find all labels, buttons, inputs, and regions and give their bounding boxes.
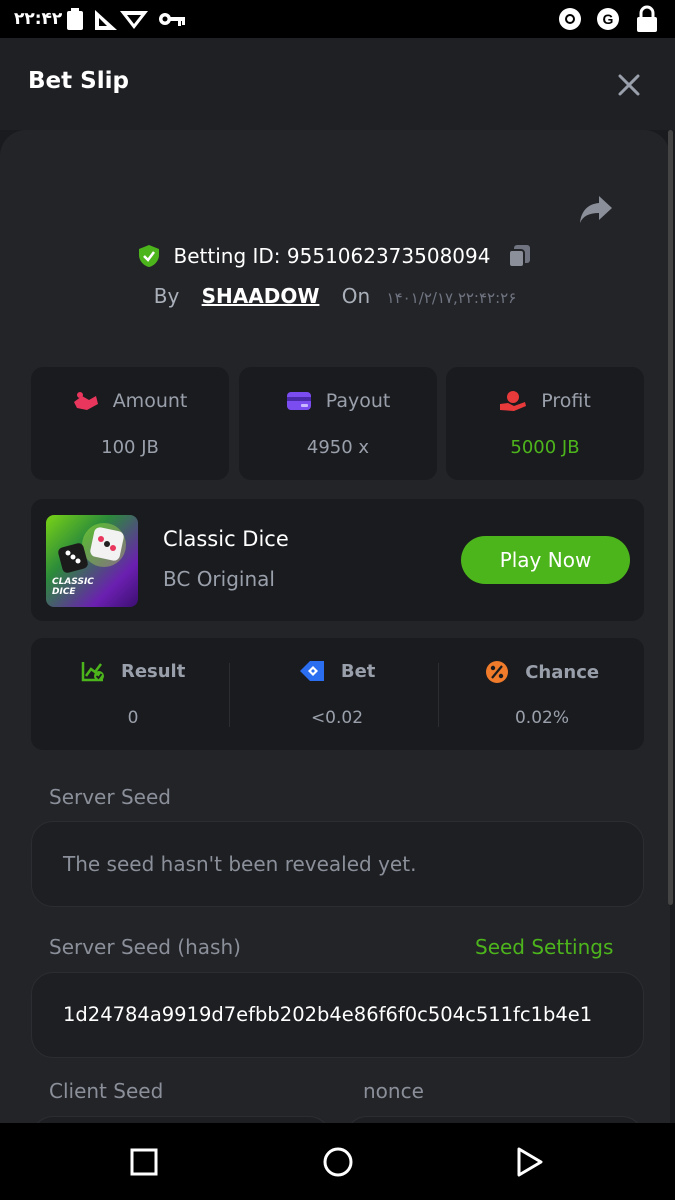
- system-nav-bar: [0, 1123, 675, 1200]
- profit-label: Profit: [541, 389, 591, 412]
- share-icon[interactable]: [579, 194, 613, 224]
- lock-icon: [637, 5, 657, 32]
- vpn-key-icon: [159, 13, 185, 26]
- thumbnail-label: CLASSIC DICE: [52, 577, 94, 597]
- cell-signal-icon: [95, 10, 117, 30]
- chance-label: Chance: [525, 661, 600, 683]
- close-icon[interactable]: [616, 72, 642, 98]
- amount-icon: [73, 391, 98, 410]
- bet-icon: [299, 661, 324, 681]
- profit-icon: [500, 390, 527, 411]
- bet-label: Bet: [340, 660, 376, 682]
- payout-value: 4950 x: [306, 437, 370, 458]
- by-label: By: [153, 284, 180, 308]
- chance-value: 0.02%: [514, 708, 569, 728]
- profit-card: Profit 5000 JB: [446, 367, 644, 480]
- betting-id-text: Betting ID: 9551062373508094: [173, 243, 491, 268]
- nonce-label: nonce: [363, 1079, 424, 1103]
- verified-shield-icon: [139, 244, 160, 267]
- nonce-field[interactable]: [345, 1116, 644, 1123]
- server-seed-label: Server Seed: [49, 785, 171, 809]
- amount-label: Amount: [112, 389, 188, 412]
- chance-column: Chance 0.02%: [440, 638, 644, 750]
- profit-value: 5000 JB: [510, 437, 580, 458]
- result-value: 0: [127, 708, 139, 728]
- status-time: ۲۲:۴۲: [14, 9, 63, 29]
- divider: [438, 663, 439, 727]
- chance-icon: [485, 661, 508, 683]
- status-bar: ۲۲:۴۲ G: [0, 0, 675, 38]
- game-provider: BC Original: [163, 567, 275, 591]
- bet-details-row: Result 0 Bet <0.02 Chance 0.02%: [31, 638, 644, 750]
- divider: [229, 663, 230, 727]
- bet-value: <0.02: [310, 708, 364, 728]
- bet-owner-line: By SHAADOW On ۱۴۰۱/۲/۱۷,۲۲:۴۲:۲۶: [0, 284, 670, 308]
- betting-id: Betting ID: 9551062373508094: [0, 242, 670, 269]
- play-now-button[interactable]: Play Now: [461, 536, 630, 584]
- username-link[interactable]: SHAADOW: [202, 284, 320, 308]
- server-seed-hash-label: Server Seed (hash): [49, 935, 241, 959]
- chrome-icon: [559, 8, 581, 30]
- svg-text:G: G: [603, 11, 614, 27]
- google-icon: G: [597, 8, 619, 30]
- client-seed-label: Client Seed: [49, 1079, 164, 1103]
- payout-label: Payout: [325, 389, 391, 412]
- header: Bet Slip: [0, 38, 675, 130]
- scrollbar[interactable]: [668, 130, 673, 905]
- payout-icon: [286, 391, 311, 410]
- amount-value: 100 JB: [101, 437, 159, 458]
- recents-icon[interactable]: [130, 1148, 158, 1176]
- wifi-icon: [120, 11, 148, 29]
- seed-settings-link[interactable]: Seed Settings: [475, 935, 613, 959]
- page-title: Bet Slip: [28, 68, 129, 94]
- game-card: CLASSIC DICE Classic Dice BC Original Pl…: [31, 499, 644, 621]
- result-icon: [81, 662, 104, 682]
- server-seed-hash-value: 1d24784a9919d7efbb202b4e86f6f0c504c511fc…: [63, 1003, 593, 1026]
- game-name: Classic Dice: [163, 527, 289, 551]
- bet-column: Bet <0.02: [235, 638, 439, 750]
- server-seed-hash-field[interactable]: 1d24784a9919d7efbb202b4e86f6f0c504c511fc…: [31, 972, 644, 1058]
- battery-icon: [67, 8, 83, 30]
- server-seed-value: The seed hasn't been revealed yet.: [63, 852, 417, 876]
- result-label: Result: [120, 660, 186, 682]
- result-column: Result 0: [31, 638, 235, 750]
- copy-icon[interactable]: [507, 243, 533, 269]
- on-label: On: [341, 284, 371, 308]
- client-seed-field[interactable]: [31, 1116, 331, 1123]
- bet-slip-panel: Betting ID: 9551062373508094 By SHAADOW …: [0, 130, 670, 1123]
- bet-date: ۱۴۰۱/۲/۱۷,۲۲:۴۲:۲۶: [386, 289, 517, 307]
- amount-card: Amount 100 JB: [31, 367, 229, 480]
- payout-card: Payout 4950 x: [239, 367, 437, 480]
- classic-dice-thumbnail[interactable]: CLASSIC DICE: [46, 515, 138, 607]
- back-icon[interactable]: [516, 1147, 544, 1177]
- server-seed-field[interactable]: The seed hasn't been revealed yet.: [31, 821, 644, 907]
- home-icon[interactable]: [322, 1146, 354, 1178]
